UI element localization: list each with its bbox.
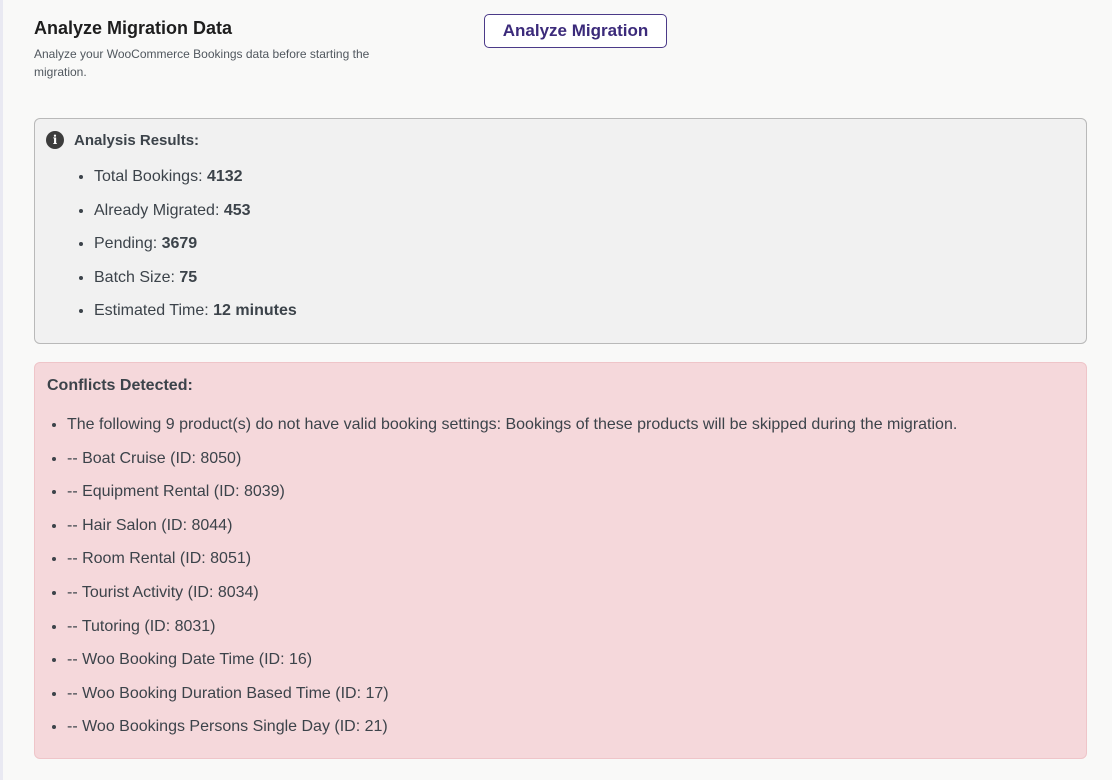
- conflict-item: -- Room Rental (ID: 8051): [67, 546, 1078, 580]
- result-item-already-migrated: Already Migrated: 453: [94, 198, 297, 232]
- page-description: Analyze your WooCommerce Bookings data b…: [34, 47, 370, 79]
- conflict-item: -- Woo Bookings Persons Single Day (ID: …: [67, 714, 1078, 748]
- result-value: 453: [223, 201, 251, 219]
- result-label: Already Migrated:: [94, 201, 224, 219]
- conflicts-title: Conflicts Detected:: [47, 377, 193, 394]
- conflict-item: -- Tutoring (ID: 8031): [67, 614, 1078, 648]
- result-value: 3679: [161, 235, 198, 253]
- conflict-item: -- Boat Cruise (ID: 8050): [67, 446, 1078, 480]
- analyze-migration-button[interactable]: Analyze Migration: [484, 14, 667, 48]
- analysis-results-header: i Analysis Results:: [46, 131, 199, 149]
- conflict-item: The following 9 product(s) do not have v…: [67, 412, 1078, 446]
- conflicts-panel: Conflicts Detected: The following 9 prod…: [34, 362, 1087, 759]
- result-value: 4132: [206, 168, 243, 185]
- result-value: 75: [179, 268, 198, 286]
- info-icon: i: [46, 131, 64, 149]
- result-label: Total Bookings:: [94, 168, 207, 185]
- analysis-results-title: Analysis Results:: [74, 131, 200, 149]
- result-item-batch-size: Batch Size: 75: [94, 265, 297, 299]
- result-item-estimated-time: Estimated Time: 12 minutes: [94, 298, 297, 332]
- conflict-item: -- Woo Booking Duration Based Time (ID: …: [67, 681, 1078, 715]
- result-item-total-bookings: Total Bookings: 4132: [94, 164, 297, 198]
- analysis-results-panel: i Analysis Results: Total Bookings: 4132…: [34, 118, 1087, 344]
- migration-page: Analyze Migration Data Analyze your WooC…: [0, 0, 1112, 780]
- conflicts-list: The following 9 product(s) do not have v…: [48, 412, 1078, 748]
- analyze-header: Analyze Migration Data Analyze your WooC…: [34, 16, 374, 81]
- page-title: Analyze Migration Data: [34, 18, 233, 38]
- conflict-item: -- Tourist Activity (ID: 8034): [67, 580, 1078, 614]
- conflict-item: -- Hair Salon (ID: 8044): [67, 513, 1078, 547]
- analysis-results-list: Total Bookings: 4132 Already Migrated: 4…: [75, 164, 297, 332]
- result-value: 12 minutes: [213, 302, 297, 320]
- result-item-pending: Pending: 3679: [94, 231, 297, 265]
- result-label: Batch Size:: [94, 268, 180, 286]
- conflict-item: -- Woo Booking Date Time (ID: 16): [67, 647, 1078, 681]
- conflict-item: -- Equipment Rental (ID: 8039): [67, 479, 1078, 513]
- result-label: Estimated Time:: [94, 302, 214, 320]
- result-label: Pending:: [94, 235, 162, 253]
